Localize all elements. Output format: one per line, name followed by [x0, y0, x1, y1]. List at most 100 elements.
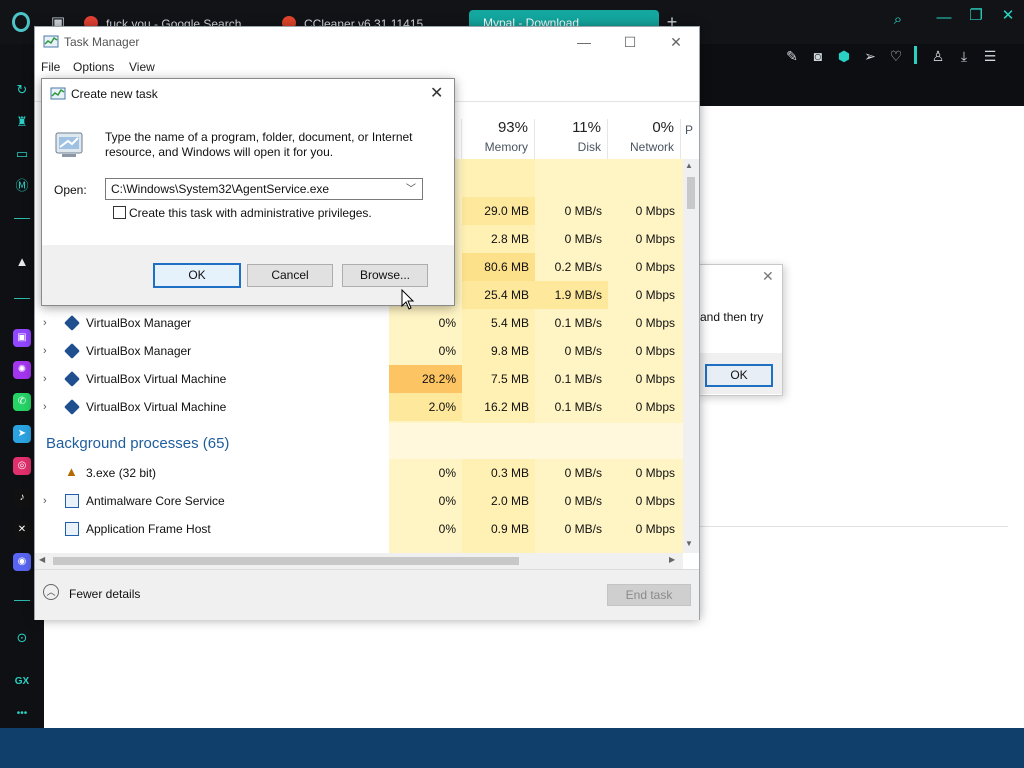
disk-cell: 0 MB/s [564, 204, 602, 218]
tm-menu-file[interactable]: File [41, 60, 60, 74]
cpu-cell: 0% [438, 344, 456, 358]
whatsapp-icon[interactable]: ✆ [13, 393, 31, 411]
opera-logo-icon[interactable] [12, 12, 30, 32]
player-icon[interactable]: ⊙ [12, 628, 32, 648]
tm-vertical-scroll-thumb[interactable] [687, 177, 695, 209]
tm-maximize-button[interactable]: ☐ [607, 31, 653, 53]
expand-chevron-icon[interactable]: › [43, 337, 47, 365]
exe-process-icon: ▲ [65, 464, 78, 479]
restore-window-button[interactable]: ❐ [966, 6, 986, 26]
expand-chevron-icon[interactable]: › [43, 365, 47, 393]
disk-total: 11% [572, 119, 601, 136]
minimize-window-button[interactable]: — [934, 8, 954, 28]
task-manager-icon [50, 87, 66, 100]
expand-chevron-icon[interactable]: › [43, 309, 47, 337]
tm-horizontal-scroll-thumb[interactable] [53, 557, 519, 565]
open-input-value[interactable]: C:\Windows\System32\AgentService.exe [111, 182, 329, 196]
download-icon[interactable]: ⤓ [954, 46, 974, 66]
fewer-details-link[interactable]: Fewer details [69, 587, 140, 601]
table-row[interactable]: › VirtualBox Manager 0% 9.8 MB 0 MB/s 0 … [35, 337, 681, 365]
network-cell: 0 Mbps [635, 232, 675, 246]
sidebar-separator [14, 298, 30, 299]
messenger-icon[interactable]: ✺ [13, 361, 31, 379]
menu-icon[interactable]: ☰ [980, 46, 1000, 66]
network-label: Network [629, 140, 674, 154]
process-name: 3.exe (32 bit) [86, 466, 157, 480]
col-header-power[interactable]: P [681, 119, 699, 159]
table-row[interactable]: › Antimalware Core Service 0% 2.0 MB 0 M… [35, 487, 681, 515]
sidebar-separator [14, 218, 30, 219]
table-row[interactable]: › VirtualBox Virtual Machine 2.0% 16.2 M… [35, 393, 681, 421]
bg-dialog-ok-button[interactable]: OK [705, 364, 773, 387]
process-name: VirtualBox Virtual Machine [86, 400, 227, 414]
power-label: P [685, 123, 694, 137]
disk-cell: 0.1 MB/s [554, 400, 602, 414]
profile-icon[interactable]: ♙ [928, 46, 948, 66]
table-row[interactable]: › VirtualBox Virtual Machine 28.2% 7.5 M… [35, 365, 681, 393]
disk-cell: 0 MB/s [564, 232, 602, 246]
gx-control-icon[interactable]: ♜ [12, 112, 32, 132]
scroll-down-icon[interactable]: ▼ [685, 539, 693, 548]
mypal-m-icon[interactable]: Ⓜ [12, 176, 32, 196]
background-processes-header[interactable]: Background processes (65) [46, 435, 229, 452]
vpn-shield-icon[interactable]: ⬢ [834, 46, 854, 66]
bg-dialog-close-icon[interactable]: ✕ [762, 268, 774, 285]
end-task-button[interactable]: End task [607, 584, 691, 606]
snapshot-camera-icon[interactable]: ◙ [808, 46, 828, 66]
tm-menu-options[interactable]: Options [73, 60, 114, 74]
virtualbox-icon [64, 371, 80, 387]
network-cell: 0 Mbps [635, 344, 675, 358]
browse-button[interactable]: Browse... [342, 264, 428, 287]
scroll-left-icon[interactable]: ◀ [39, 555, 45, 564]
process-name: VirtualBox Manager [86, 316, 192, 330]
scroll-up-icon[interactable]: ▲ [685, 161, 693, 170]
tm-menu-view[interactable]: View [129, 60, 155, 74]
network-cell: 0 Mbps [635, 260, 675, 274]
x-twitter-icon[interactable]: ✕ [13, 521, 31, 539]
gx-corner-icon[interactable]: ▭ [12, 144, 32, 164]
tiktok-icon[interactable]: ♪ [13, 489, 31, 507]
admin-privileges-label[interactable]: Create this task with administrative pri… [129, 206, 372, 220]
admin-privileges-checkbox[interactable] [113, 206, 126, 219]
table-row[interactable]: Application Frame Host 0% 0.9 MB 0 MB/s … [35, 515, 681, 543]
mouse-cursor-icon [401, 289, 415, 310]
close-window-button[interactable]: ✕ [998, 6, 1018, 26]
scroll-right-icon[interactable]: ▶ [669, 555, 675, 564]
search-tabs-icon[interactable]: ⌕ [888, 10, 908, 30]
col-header-memory[interactable]: 93% Memory [462, 119, 535, 159]
create-new-task-dialog: Create new task ✕ Type the name of a pro… [41, 78, 455, 306]
virtualbox-icon [64, 399, 80, 415]
history-refresh-icon[interactable]: ↻ [12, 80, 32, 100]
network-cell: 0 Mbps [635, 316, 675, 330]
expand-chevron-icon[interactable]: › [43, 393, 47, 421]
favorites-heart-icon[interactable]: ♡ [886, 46, 906, 66]
instagram-icon[interactable]: ◎ [13, 457, 31, 475]
dialog-close-icon[interactable]: ✕ [430, 83, 443, 103]
aria-ai-icon[interactable]: ▲ [12, 252, 32, 272]
cancel-button[interactable]: Cancel [247, 264, 333, 287]
tm-vertical-scrollbar[interactable] [683, 159, 699, 553]
discord-icon[interactable]: ◉ [13, 553, 31, 571]
telegram-icon[interactable]: ➤ [13, 425, 31, 443]
ok-button[interactable]: OK [153, 263, 241, 288]
table-row[interactable]: ▲ 3.exe (32 bit) 0% 0.3 MB 0 MB/s 0 Mbps [35, 459, 681, 487]
disk-cell: 0 MB/s [564, 466, 602, 480]
fewer-details-chevron-icon[interactable]: ︿ [43, 584, 59, 600]
tm-close-button[interactable]: ✕ [653, 31, 699, 53]
disk-cell: 0.1 MB/s [554, 316, 602, 330]
col-header-disk[interactable]: 11% Disk [535, 119, 608, 159]
chevron-down-icon[interactable]: ﹀ [406, 180, 416, 195]
gx-label[interactable]: GX [12, 672, 32, 692]
memory-cell: 80.6 MB [462, 253, 535, 281]
table-row[interactable]: › VirtualBox Manager 0% 5.4 MB 0.1 MB/s … [35, 309, 681, 337]
send-arrow-icon[interactable]: ➢ [860, 46, 880, 66]
expand-chevron-icon[interactable]: › [43, 487, 47, 515]
network-total: 0% [652, 119, 674, 136]
twitch-icon[interactable]: ▣ [13, 329, 31, 347]
easy-setup-icon[interactable]: ✎ [782, 46, 802, 66]
disk-cell: 0 MB/s [564, 522, 602, 536]
col-header-network[interactable]: 0% Network [608, 119, 681, 159]
tm-minimize-button[interactable]: — [561, 31, 607, 53]
disk-cell: 0.1 MB/s [554, 372, 602, 386]
sidebar-more-icon[interactable]: ••• [12, 704, 32, 724]
